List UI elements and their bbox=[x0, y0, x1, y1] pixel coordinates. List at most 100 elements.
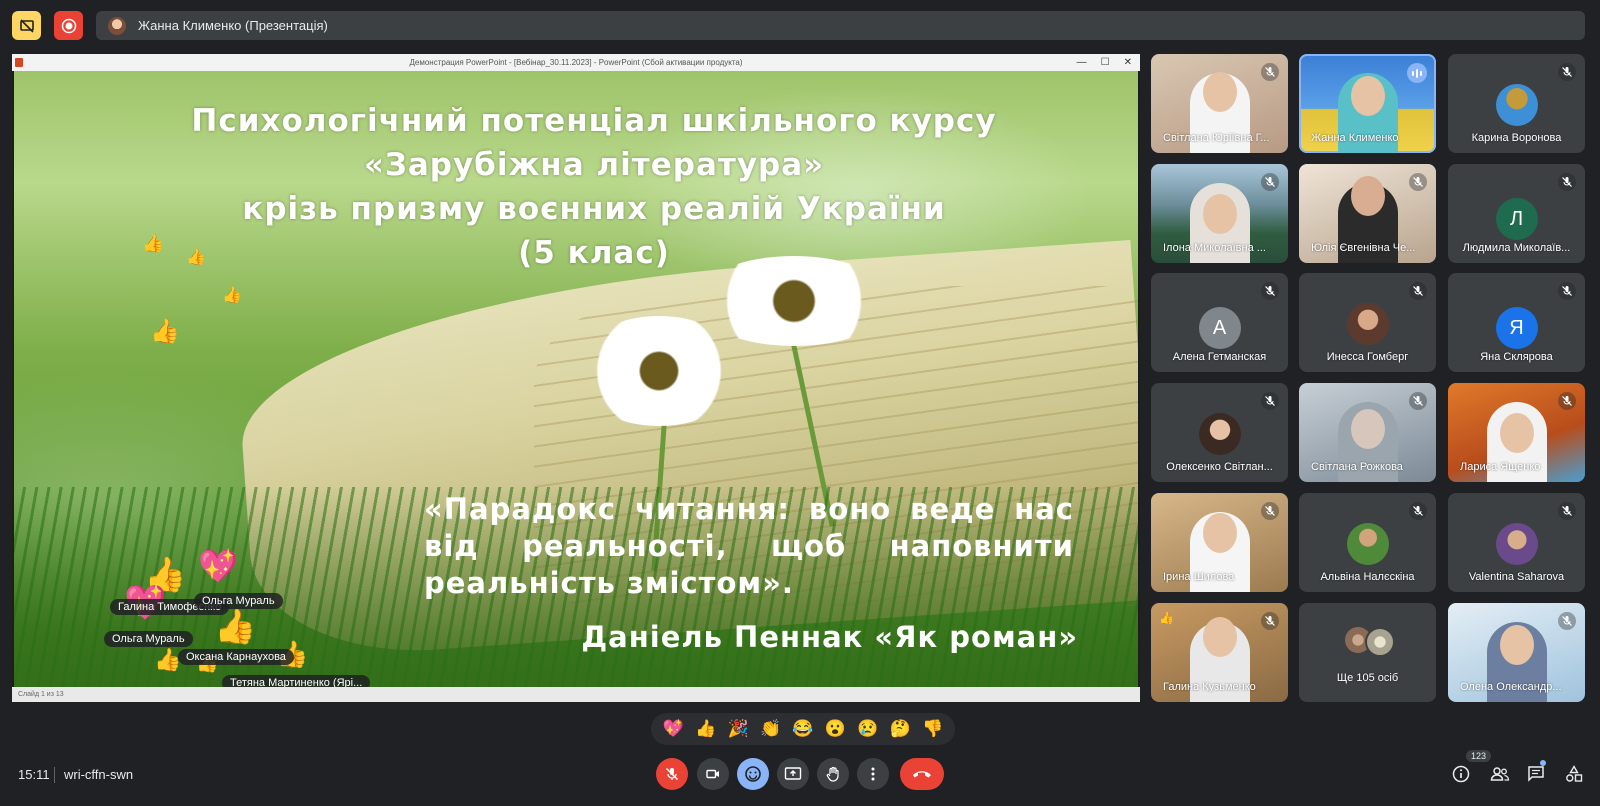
camera-icon bbox=[705, 766, 721, 782]
slide-counter: Слайд 1 из 13 bbox=[18, 691, 64, 698]
meeting-details-button[interactable] bbox=[1447, 760, 1475, 788]
participant-face bbox=[1499, 413, 1534, 453]
participant-tile[interactable]: Карина Воронова bbox=[1448, 54, 1585, 153]
quote-line: від реальності, щоб наповнити bbox=[424, 529, 1074, 563]
powerpoint-icon bbox=[15, 58, 23, 67]
mic-off-icon bbox=[664, 766, 680, 782]
thumbs-up-icon: 👍 bbox=[150, 318, 180, 345]
reaction-surprised-button[interactable]: 😮 bbox=[825, 719, 846, 739]
thumbs-up-icon: 👍 bbox=[142, 233, 165, 253]
participant-tile[interactable]: Олексенко Світлан... bbox=[1151, 383, 1288, 482]
raised-hand-reaction-icon: 👍 bbox=[1159, 611, 1174, 625]
presenter-chip[interactable]: Жанна Клименко (Презентація) bbox=[96, 11, 1585, 40]
slide-title: Психологічний потенціал шкільного курсу … bbox=[184, 99, 1004, 275]
reaction-party-button[interactable]: 🎉 bbox=[728, 719, 749, 739]
reaction-thumbs-up-button[interactable]: 👍 bbox=[695, 719, 716, 739]
stop-presenting-button[interactable] bbox=[12, 11, 41, 40]
participant-initial-avatar: Я bbox=[1495, 307, 1538, 349]
participant-avatar bbox=[1365, 627, 1395, 657]
leave-call-button[interactable] bbox=[900, 758, 944, 790]
participant-tile[interactable]: А Алена Гетманская bbox=[1151, 273, 1288, 372]
reaction-sad-button[interactable]: 😢 bbox=[857, 719, 878, 739]
reaction-thinking-button[interactable]: 🤔 bbox=[890, 719, 911, 739]
participant-tile[interactable]: Альвіна Налєскіна bbox=[1299, 493, 1436, 592]
mic-off-icon bbox=[1558, 63, 1576, 81]
mic-off-icon bbox=[1409, 173, 1427, 191]
participant-face bbox=[1350, 76, 1385, 116]
participant-face bbox=[1202, 513, 1237, 553]
emoji-reactions-button[interactable] bbox=[737, 758, 769, 790]
reaction-thumbs-down-button[interactable]: 👎 bbox=[922, 719, 943, 739]
mic-off-icon bbox=[1261, 612, 1279, 630]
participant-tile[interactable]: Я Яна Склярова bbox=[1448, 273, 1585, 372]
participant-name: Людмила Миколаїв... bbox=[1462, 242, 1571, 254]
mic-off-icon bbox=[1261, 392, 1279, 410]
unread-indicator bbox=[1540, 760, 1546, 766]
mic-off-icon bbox=[1261, 63, 1279, 81]
smile-icon bbox=[744, 765, 762, 783]
shared-screen: Демонстрация PowerPoint - [Вебінар_30.11… bbox=[12, 54, 1140, 702]
slide: Психологічний потенціал шкільного курсу … bbox=[14, 71, 1138, 687]
quote-author: Даніель Пеннак «Як роман» bbox=[581, 620, 1078, 654]
mic-off-icon bbox=[1261, 282, 1279, 300]
more-options-button[interactable] bbox=[857, 758, 889, 790]
participant-tile[interactable]: Инесса Гомберг bbox=[1299, 273, 1436, 372]
thumbs-up-icon: 👍 bbox=[186, 249, 206, 266]
participant-tile[interactable]: Ілона Миколаївна ... bbox=[1151, 164, 1288, 263]
more-participants-tile[interactable]: Ще 105 осіб bbox=[1299, 603, 1436, 702]
camera-toggle-button[interactable] bbox=[697, 758, 729, 790]
chat-button[interactable] bbox=[1522, 760, 1550, 788]
raise-hand-button[interactable] bbox=[817, 758, 849, 790]
participant-avatar bbox=[1495, 84, 1538, 126]
participant-initial-avatar: Л bbox=[1495, 198, 1538, 240]
recording-button[interactable] bbox=[54, 11, 83, 40]
slide-title-line: «Зарубіжна література» bbox=[363, 147, 825, 183]
participant-name: Лариса Ященко bbox=[1460, 461, 1541, 473]
presenter-avatar bbox=[108, 16, 126, 35]
mic-off-icon bbox=[1409, 502, 1427, 520]
participant-name: Олена Олександр... bbox=[1460, 681, 1562, 693]
participant-name: Карина Воронова bbox=[1471, 132, 1562, 144]
participant-tile[interactable]: Світлана Рожкова bbox=[1299, 383, 1436, 482]
participant-name: Олексенко Світлан... bbox=[1166, 461, 1273, 473]
activities-button[interactable] bbox=[1560, 760, 1588, 788]
mic-off-icon bbox=[1261, 173, 1279, 191]
mic-off-icon bbox=[1409, 392, 1427, 410]
reaction-laugh-button[interactable]: 😂 bbox=[792, 719, 813, 739]
thumbs-up-icon: 👍 bbox=[222, 287, 242, 304]
reaction-heart-button[interactable]: 💖 bbox=[663, 719, 684, 739]
people-button[interactable] bbox=[1486, 760, 1514, 788]
participant-tile[interactable]: Олена Олександр... bbox=[1448, 603, 1585, 702]
speaking-indicator-icon bbox=[1407, 63, 1427, 83]
participant-tile[interactable]: Ірина Шилова bbox=[1151, 493, 1288, 592]
participant-tile[interactable]: 👍 Галина Кузьменко bbox=[1151, 603, 1288, 702]
mic-off-icon bbox=[1558, 173, 1576, 191]
reaction-clap-button[interactable]: 👏 bbox=[760, 719, 781, 739]
present-screen-button[interactable] bbox=[777, 758, 809, 790]
more-participants-label: Ще 105 осіб bbox=[1336, 672, 1399, 684]
reaction-sender-label: Оксана Карнаухова bbox=[178, 649, 294, 665]
participant-name: Галина Кузьменко bbox=[1163, 681, 1256, 693]
participant-name: Ілона Миколаївна ... bbox=[1163, 242, 1266, 254]
powerpoint-window-title: Демонстрация PowerPoint - [Вебінар_30.11… bbox=[12, 54, 1140, 71]
meeting-time: 15:11 bbox=[18, 767, 50, 782]
participant-name: Жанна Клименко bbox=[1311, 132, 1399, 144]
reaction-sender-label: Тетяна Мартиненко (Ярі... bbox=[222, 675, 371, 687]
mic-off-icon bbox=[1558, 282, 1576, 300]
chat-icon bbox=[1527, 765, 1545, 783]
participant-name: Инесса Гомберг bbox=[1326, 351, 1409, 363]
sparkling-heart-icon: 💖 bbox=[198, 548, 238, 584]
participant-tile[interactable]: Лариса Ященко bbox=[1448, 383, 1585, 482]
participant-tile[interactable]: Світлана Юріївна Г... bbox=[1151, 54, 1288, 153]
participant-tile-active-speaker[interactable]: Жанна Клименко bbox=[1299, 54, 1436, 153]
participant-face bbox=[1350, 409, 1385, 449]
participant-tile[interactable]: Л Людмила Миколаїв... bbox=[1448, 164, 1585, 263]
participant-tile[interactable]: Юлія Євгенівна Че... bbox=[1299, 164, 1436, 263]
more-vert-icon bbox=[865, 766, 881, 782]
participant-tile[interactable]: Valentina Saharova bbox=[1448, 493, 1585, 592]
participant-avatar bbox=[1495, 523, 1538, 565]
reactions-bar: 💖 👍 🎉 👏 😂 😮 😢 🤔 👎 bbox=[651, 713, 955, 745]
mic-off-icon bbox=[1558, 502, 1576, 520]
microphone-toggle-button[interactable] bbox=[656, 758, 688, 790]
mic-off-icon bbox=[1558, 392, 1576, 410]
